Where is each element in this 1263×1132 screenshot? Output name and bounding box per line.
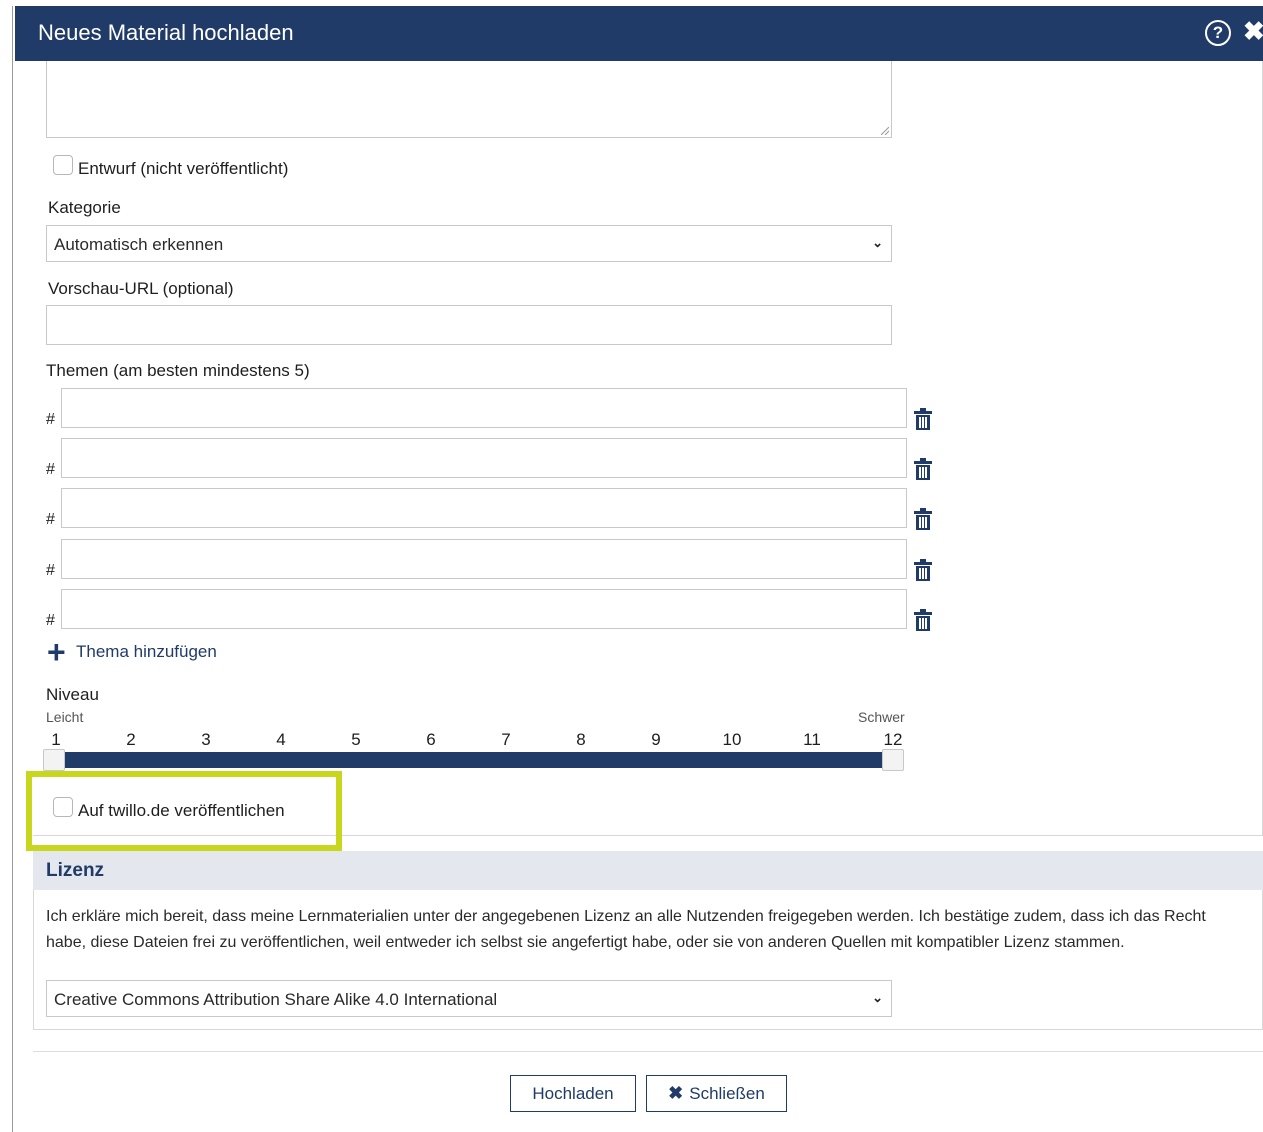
- publish-checkbox[interactable]: [53, 797, 73, 817]
- footer-divider: [33, 1051, 1263, 1052]
- license-text: Ich erkläre mich bereit, dass meine Lern…: [46, 908, 1206, 951]
- upload-button[interactable]: Hochladen: [510, 1075, 636, 1112]
- close-button-label: Schließen: [689, 1083, 765, 1103]
- license-header-title: Lizenz: [46, 860, 105, 881]
- license-select-value: Creative Commons Attribution Share Alike…: [54, 990, 498, 1009]
- dialog-title: Neues Material hochladen: [38, 20, 294, 45]
- form-panel: [33, 61, 1263, 836]
- dialog-titlebar: Neues Material hochladen ? ✖: [15, 6, 1263, 61]
- chevron-down-icon: ⌄: [872, 990, 883, 1005]
- help-icon[interactable]: ?: [1205, 20, 1231, 46]
- close-button[interactable]: ✖ Schließen: [646, 1075, 787, 1112]
- close-icon: ✖: [668, 1083, 684, 1103]
- upload-button-label: Hochladen: [532, 1083, 614, 1103]
- license-select[interactable]: Creative Commons Attribution Share Alike…: [46, 980, 892, 1017]
- license-section-header: Lizenz: [33, 851, 1263, 890]
- close-icon[interactable]: ✖: [1243, 16, 1263, 47]
- publish-checkbox-label: Auf twillo.de veröffentlichen: [78, 801, 285, 820]
